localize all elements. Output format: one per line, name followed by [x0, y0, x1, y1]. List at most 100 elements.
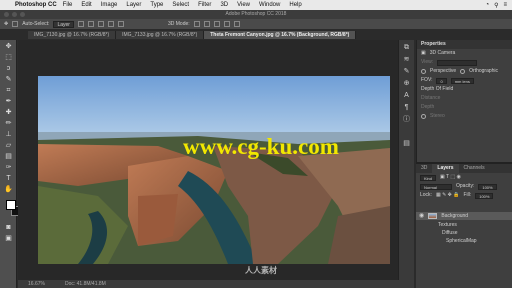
scale-3d-icon[interactable] — [233, 21, 240, 27]
pan-3d-icon[interactable] — [213, 21, 220, 27]
status-icons: ◔ ⚲ ≡ — [485, 2, 512, 9]
wifi-icon[interactable]: ◔ — [485, 2, 489, 9]
eraser-tool-icon[interactable]: ▱ — [4, 142, 13, 150]
move-tool-icon[interactable]: ✥ — [4, 43, 13, 51]
eye-icon[interactable]: ◉ — [419, 212, 424, 220]
layers-panel-tabs: 3D Layers Channels — [416, 164, 512, 173]
slide-3d-icon[interactable] — [223, 21, 230, 27]
tab-theta-fremont-canyon[interactable]: Theta Fremont Canyon.jpg @ 16.7% (Backgr… — [204, 31, 357, 39]
character-panel-icon[interactable]: A — [402, 92, 411, 100]
canyon-photo[interactable] — [38, 76, 390, 264]
brush-tool-icon[interactable]: ✏ — [4, 120, 13, 128]
zoom-window-button[interactable] — [20, 12, 25, 17]
menu-select[interactable]: Select — [172, 2, 189, 8]
info-panel-icon[interactable]: ⓘ — [402, 116, 411, 124]
view-dropdown[interactable] — [437, 59, 478, 66]
screen-mode-icon[interactable]: ▣ — [4, 235, 13, 243]
close-window-button[interactable] — [4, 12, 9, 17]
paragraph-panel-icon[interactable]: ¶ — [402, 104, 411, 112]
zoom-level[interactable]: 16.67% — [28, 280, 45, 288]
tab-img-7130[interactable]: IMG_7130.jpg @ 16.7% (RGB/8*) — [28, 31, 117, 39]
menu-3d[interactable]: 3D — [220, 2, 228, 8]
blend-mode-dropdown[interactable]: Normal — [420, 183, 452, 190]
perspective-label: Perspective — [430, 68, 457, 74]
clone-stamp-tool-icon[interactable]: ⊥ — [4, 131, 13, 139]
orthographic-label: Orthographic — [469, 68, 499, 74]
properties-title: Properties — [417, 40, 512, 49]
menu-layer[interactable]: Layer — [126, 2, 141, 8]
layer-background[interactable]: ◉ Background — [416, 212, 512, 220]
auto-select-checkbox[interactable] — [12, 21, 19, 27]
stereo-checkbox[interactable] — [421, 114, 426, 119]
fov-unit-dropdown[interactable]: mm lens — [450, 77, 474, 84]
eyedropper-tool-icon[interactable]: ✒ — [4, 98, 13, 106]
camera-icon: ▣ — [421, 50, 426, 56]
brush-panel-icon[interactable]: ✎ — [402, 68, 411, 76]
type-tool-icon[interactable]: T — [4, 175, 13, 183]
filter-icons: ▣ T ⬚ ◉ — [440, 174, 461, 180]
layer-name: Background — [441, 213, 469, 219]
clone-source-icon[interactable]: ⊕ — [402, 80, 411, 88]
filter-row: Kind ▣ T ⬚ ◉ — [416, 173, 512, 182]
tab-3d[interactable]: 3D — [416, 164, 432, 173]
tab-layers[interactable]: Layers — [432, 164, 459, 173]
properties-subtitle: 3D Camera — [429, 50, 456, 56]
menu-edit[interactable]: Edit — [81, 2, 91, 8]
perspective-radio[interactable] — [421, 69, 426, 74]
menu-list-icon[interactable]: ≡ — [503, 2, 507, 9]
history-panel-icon[interactable]: ⧉ — [402, 44, 411, 52]
layer-thumbnail — [428, 212, 437, 219]
tab-img-7133[interactable]: IMG_7133.jpg @ 16.7% (RGB/8*) — [116, 31, 205, 39]
app-menu[interactable]: Photoshop CC — [15, 2, 57, 8]
search-icon[interactable]: ⚲ — [494, 2, 498, 9]
layer-spherical-map[interactable]: SphericalMap — [416, 237, 512, 245]
menu-filter[interactable]: Filter — [198, 2, 211, 8]
lasso-tool-icon[interactable]: ↄ — [4, 65, 13, 73]
align-right-icon[interactable] — [107, 21, 114, 27]
orbit-3d-icon[interactable] — [193, 21, 200, 27]
quick-mask-icon[interactable]: ◙ — [4, 224, 13, 232]
menu-image[interactable]: Image — [101, 2, 118, 8]
crop-tool-icon[interactable]: ⌗ — [4, 87, 13, 95]
menu-file[interactable]: File — [63, 2, 73, 8]
healing-brush-tool-icon[interactable]: ✚ — [4, 109, 13, 117]
dof-label: Depth Of Field — [421, 86, 454, 92]
orthographic-radio[interactable] — [460, 69, 466, 74]
align-left-icon[interactable] — [87, 21, 94, 27]
menu-window[interactable]: Window — [259, 2, 280, 8]
minimize-window-button[interactable] — [12, 12, 17, 17]
adjustments-panel-icon[interactable]: ≋ — [402, 56, 411, 64]
fov-label: FOV: — [421, 77, 433, 83]
stereo-row: Stereo — [417, 112, 512, 121]
gradient-tool-icon[interactable]: ▤ — [4, 153, 13, 161]
foreground-color-swatch[interactable] — [6, 200, 16, 210]
options-bar: ✥ Auto-Select: Layer 3D Mode: — [0, 19, 512, 29]
watermark-text: www.cg-ku.com — [183, 134, 339, 159]
canvas-area[interactable]: www.cg-ku.com ⧉ ≋ ✎ ⊕ A ¶ ⓘ ▤ — [18, 40, 414, 288]
properties-panel-icon[interactable]: ▤ — [402, 140, 411, 148]
distribute-icon[interactable] — [117, 21, 124, 27]
kind-filter-dropdown[interactable]: Kind — [420, 174, 437, 181]
opacity-input[interactable]: 100% — [478, 183, 497, 190]
opacity-label: Opacity: — [456, 183, 475, 189]
tab-channels[interactable]: Channels — [459, 164, 490, 173]
fill-input[interactable]: 100% — [475, 192, 494, 199]
layer-diffuse[interactable]: Diffuse — [416, 229, 512, 237]
align-center-icon[interactable] — [97, 21, 104, 27]
hand-tool-icon[interactable]: ✋ — [4, 186, 13, 194]
lock-icons[interactable]: ▦ ✎ ✥ 🔒 — [436, 191, 460, 200]
quick-select-tool-icon[interactable]: ✎ — [4, 76, 13, 84]
move-tool-icon[interactable]: ✥ — [4, 21, 8, 27]
window-title-bar: Adobe Photoshop CC 2018 — [0, 10, 512, 19]
menu-view[interactable]: View — [237, 2, 250, 8]
roll-3d-icon[interactable] — [203, 21, 210, 27]
marquee-tool-icon[interactable]: ⬚ — [4, 54, 13, 62]
pen-tool-icon[interactable]: ✑ — [4, 164, 13, 172]
transform-controls-checkbox[interactable] — [77, 21, 84, 27]
distance-label: Distance — [421, 95, 441, 101]
layer-textures[interactable]: Textures — [416, 221, 512, 229]
menu-help[interactable]: Help — [289, 2, 301, 8]
fov-input[interactable]: 0 — [436, 77, 447, 84]
menu-type[interactable]: Type — [150, 2, 163, 8]
auto-select-dropdown[interactable]: Layer — [53, 20, 74, 28]
